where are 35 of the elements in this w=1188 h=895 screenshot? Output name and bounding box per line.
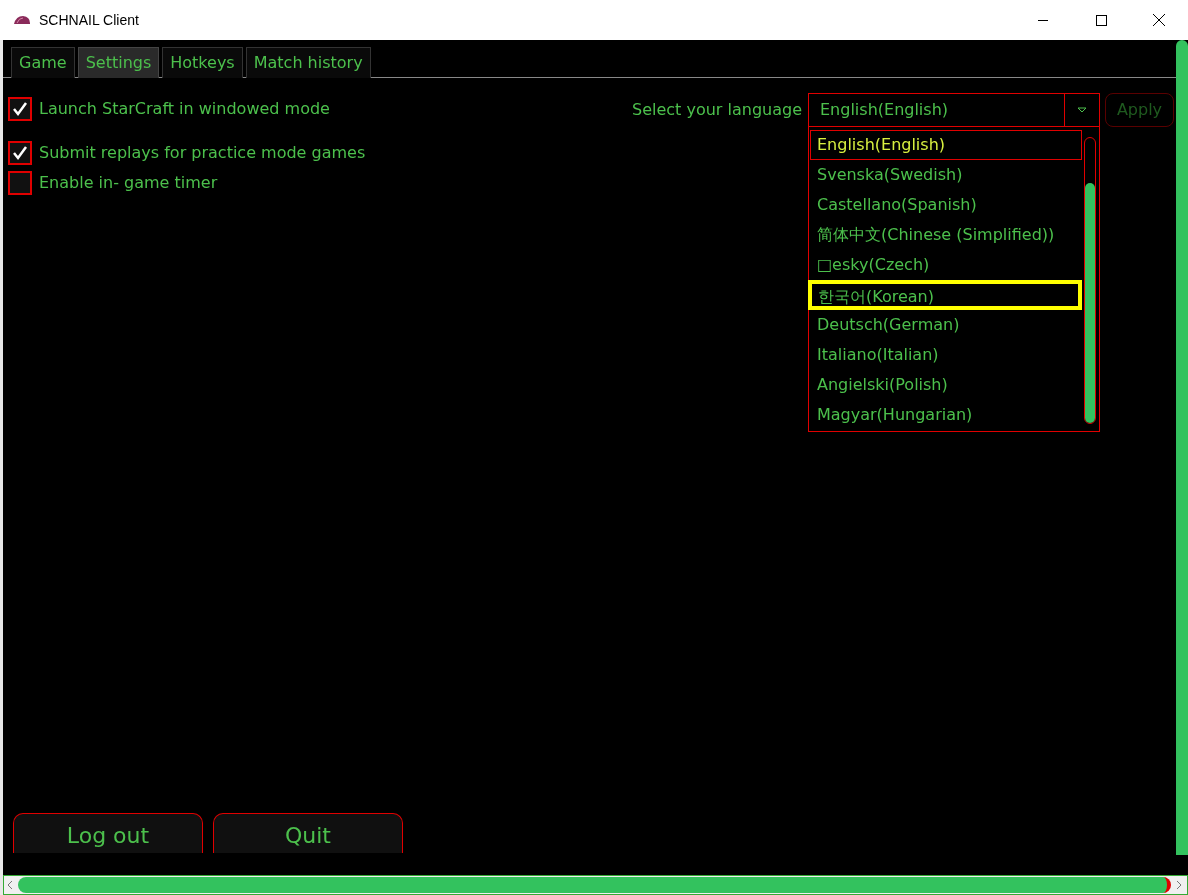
tab[interactable]: Settings (77, 47, 160, 78)
action-button[interactable]: Quit (213, 813, 403, 853)
checkbox[interactable] (8, 141, 32, 165)
caret-icon (1077, 107, 1087, 113)
tab[interactable]: Match history (245, 47, 371, 78)
snail-icon (13, 14, 31, 26)
dropdown-item[interactable]: Angielski(Polish) (810, 370, 1082, 400)
dropdown-item[interactable]: □esky(Czech) (810, 250, 1082, 280)
dropdown-item[interactable]: 简体中文(Chinese (Simplified)) (810, 220, 1082, 250)
checkbox[interactable] (8, 97, 32, 121)
checkbox[interactable] (8, 171, 32, 195)
check-icon (12, 145, 28, 161)
scroll-right-icon[interactable] (1175, 880, 1183, 890)
dropdown-item[interactable]: Magyar(Hungarian) (810, 400, 1082, 430)
action-button[interactable]: Log out (13, 813, 203, 853)
dropdown-item[interactable]: Svenska(Swedish) (810, 160, 1082, 190)
window-title: SCHNAIL Client (39, 10, 139, 30)
maximize-icon (1095, 14, 1107, 26)
checkbox-label: Submit replays for practice mode games (39, 142, 366, 164)
scroll-left-icon[interactable] (6, 880, 14, 890)
dropdown-item[interactable]: 한국어(Korean) (808, 280, 1082, 310)
language-label: Select your language (632, 99, 802, 121)
list-scrollbar-thumb[interactable] (1085, 183, 1095, 423)
dropdown-item[interactable]: Castellano(Spanish) (810, 190, 1082, 220)
language-dropdown[interactable]: English(English) (808, 93, 1100, 127)
dropdown-item[interactable]: Deutsch(German) (810, 310, 1082, 340)
tab[interactable]: Hotkeys (162, 47, 243, 78)
horizontal-scrollbar-thumb[interactable] (18, 877, 1171, 893)
dropdown-item[interactable]: English(English) (810, 130, 1082, 160)
tab[interactable]: Game (11, 47, 75, 78)
dropdown-item[interactable]: Italiano(Italian) (810, 340, 1082, 370)
check-icon (12, 101, 28, 117)
close-icon (1153, 14, 1165, 26)
checkbox-label: Launch StarCraft in windowed mode (39, 98, 330, 120)
checkbox-label: Enable in- game timer (39, 172, 218, 194)
